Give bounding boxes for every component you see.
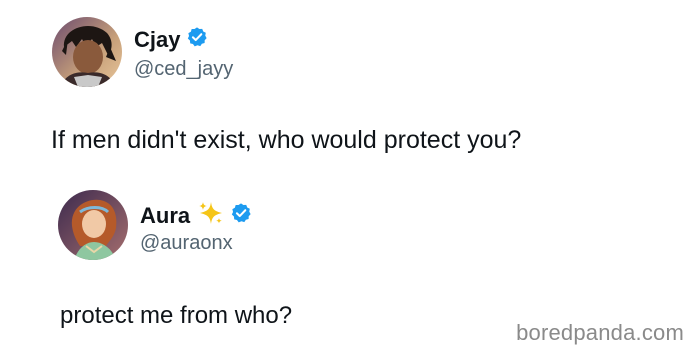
cjay-avatar-image	[52, 17, 122, 87]
verified-badge-icon	[186, 26, 208, 53]
avatar[interactable]	[52, 17, 122, 87]
display-name[interactable]: Aura	[140, 203, 190, 229]
handle[interactable]: @auraonx	[140, 232, 233, 255]
display-name[interactable]: Cjay	[134, 27, 180, 53]
handle[interactable]: @ced_jayy	[134, 58, 233, 81]
main-name-row: Cjay	[134, 26, 208, 53]
tweet-text: protect me from who?	[60, 302, 293, 329]
main-tweet: Cjay @ced_jayy If men didn't exist, who …	[0, 0, 700, 200]
verified-badge-icon	[230, 202, 252, 229]
sparkles-icon	[198, 200, 224, 231]
aura-avatar-image	[58, 190, 128, 260]
tweet-text: If men didn't exist, who would protect y…	[51, 126, 522, 154]
avatar[interactable]	[58, 190, 128, 260]
reply-name-row: Aura	[140, 200, 252, 231]
watermark: boredpanda.com	[516, 320, 684, 345]
